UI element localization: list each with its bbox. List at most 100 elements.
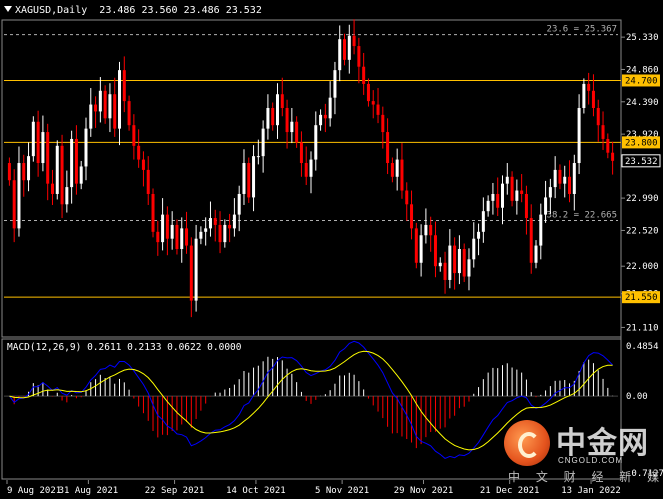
candle-body	[587, 83, 591, 91]
candle-body	[496, 193, 500, 208]
fib-level-label: 23.6 = 25.367	[547, 25, 617, 35]
price-axis-tick-label: 22.520	[626, 226, 659, 236]
candle-body	[534, 245, 538, 263]
candle-body	[539, 214, 543, 246]
candle-body	[529, 218, 533, 263]
candle-body	[113, 94, 117, 129]
candle-body	[601, 125, 605, 139]
candle-body	[510, 176, 514, 201]
candle-body	[22, 163, 26, 181]
candle-body	[41, 132, 45, 164]
candle-body	[108, 94, 112, 119]
candle-body	[247, 163, 251, 198]
candle-body	[60, 145, 64, 205]
candle-body	[333, 70, 337, 98]
candle-body	[194, 238, 198, 301]
candle-body	[237, 193, 241, 215]
candle-body	[390, 163, 394, 177]
candle-body	[381, 114, 385, 133]
candle-body	[491, 193, 495, 201]
candle-body	[515, 190, 519, 201]
candle-body	[453, 245, 457, 274]
candle-body	[141, 159, 145, 170]
candle-body	[563, 176, 567, 184]
candle-body	[596, 107, 600, 126]
candle-body	[46, 132, 50, 184]
candle-body	[424, 224, 428, 236]
candle-body	[553, 169, 557, 188]
candle-body	[50, 183, 54, 194]
candle-body	[275, 94, 279, 126]
candle-body	[280, 94, 284, 108]
candle-body	[319, 114, 323, 126]
candle-body	[467, 259, 471, 277]
chart-window[interactable]: 23.6 = 25.367 38.2 = 22.665 25.330 24.860 2…	[0, 0, 663, 496]
candle-body	[261, 128, 265, 157]
candle-body	[338, 39, 342, 71]
candle-body	[414, 228, 418, 263]
candle-body	[204, 228, 208, 232]
candle-body	[285, 107, 289, 133]
candle-body	[271, 107, 275, 126]
candle-body	[180, 228, 184, 250]
candle-body	[314, 125, 318, 160]
macd-axis-tick-label: 0.00	[626, 392, 648, 402]
time-axis-tick-label: 9 Aug 2021	[7, 486, 61, 495]
candle-body	[328, 97, 332, 119]
candle-body	[457, 249, 461, 274]
watermark-url: CNGOLD.COM	[558, 456, 624, 465]
candle-body	[443, 262, 447, 280]
candle-body	[405, 190, 409, 205]
price-axis-tick-label: 21.110	[626, 323, 659, 333]
candle-body	[558, 169, 562, 184]
collapse-triangle-icon[interactable]	[4, 6, 12, 12]
candle-body	[31, 121, 35, 157]
candle-body	[266, 107, 270, 129]
candle-body	[98, 90, 102, 112]
candle-body	[175, 224, 179, 250]
time-axis-tick-label: 29 Nov 2021	[394, 486, 454, 495]
candle-body	[223, 224, 227, 243]
ohlc-values: 23.486 23.560 23.486 23.532	[99, 5, 262, 16]
current-price-tag-label: 23.532	[625, 157, 658, 167]
candle-body	[486, 200, 490, 212]
watermark-subtitle: 中 文 财 经 新 媒 体	[508, 470, 663, 484]
cngold-logo-icon	[504, 420, 550, 466]
candle-body	[94, 104, 98, 112]
candle-body	[386, 132, 390, 164]
candle-body	[290, 121, 294, 133]
candle-body	[395, 159, 399, 177]
candle-body	[208, 218, 212, 229]
candle-body	[582, 83, 586, 108]
candle-body	[352, 35, 356, 47]
candle-body	[520, 190, 524, 194]
candle-body	[84, 128, 88, 167]
symbol-name: XAGUSD,Daily	[15, 5, 88, 16]
cngold-watermark: 中金网 CNGOLD.COM 中 文 财 经 新 媒 体	[504, 418, 663, 484]
candle-body	[362, 66, 366, 84]
macd-axis-tick-label: 0.4854	[626, 342, 659, 352]
candle-body	[410, 204, 414, 229]
candle-body	[568, 176, 572, 194]
candle-body	[371, 101, 375, 105]
candle-body	[400, 159, 404, 191]
price-axis-tick-label: 22.990	[626, 194, 659, 204]
candle-body	[55, 145, 59, 194]
level-price-tag-label: 21.550	[625, 293, 658, 303]
candle-body	[256, 156, 260, 158]
candle-body	[185, 228, 189, 246]
price-axis-tick-label: 22.000	[626, 262, 659, 272]
candle-body	[548, 187, 552, 198]
candle-body	[606, 138, 610, 153]
level-price-tag-label: 23.800	[625, 138, 658, 148]
candle-body	[132, 125, 136, 146]
candle-body	[376, 104, 380, 115]
candle-body	[438, 262, 442, 267]
candle-body	[462, 249, 466, 277]
candle-body	[419, 235, 423, 263]
symbol-header: XAGUSD,Daily 23.486 23.560 23.486 23.532	[4, 5, 262, 16]
candle-body	[295, 121, 299, 143]
candle-body	[611, 152, 615, 161]
candle-body	[122, 70, 126, 102]
price-axis-tick-label: 24.390	[626, 98, 659, 108]
